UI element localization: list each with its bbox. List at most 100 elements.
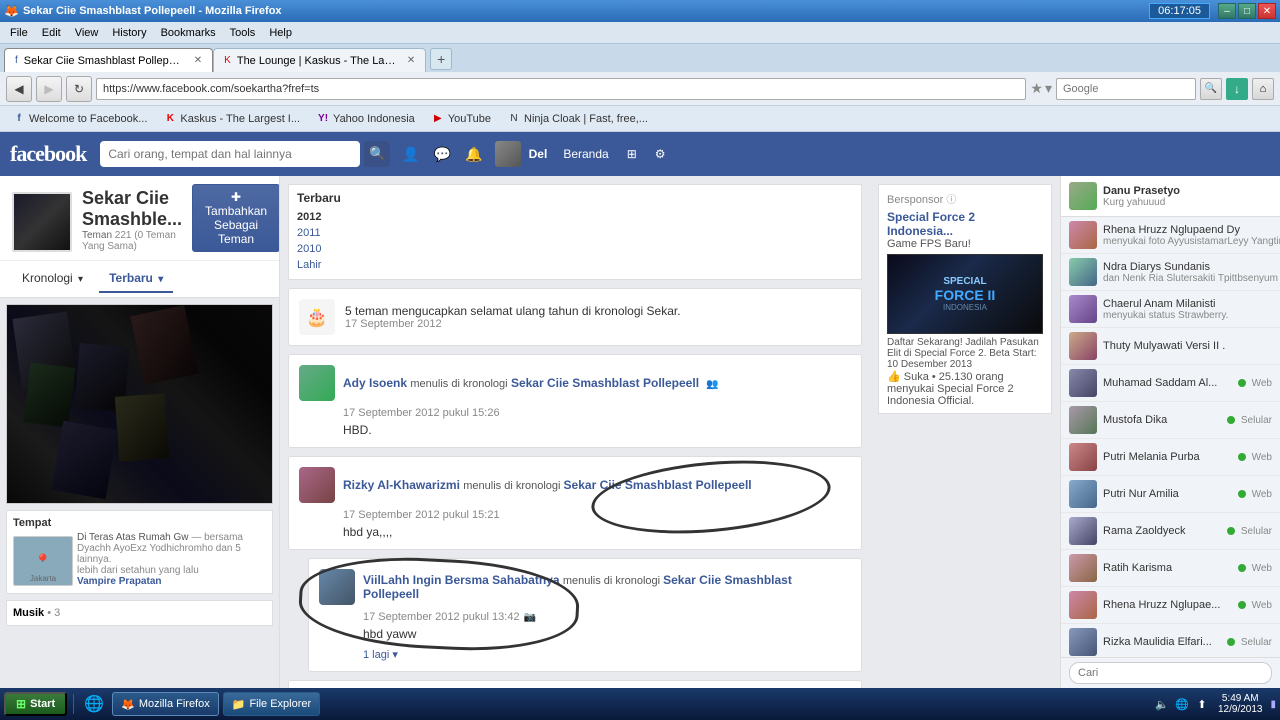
chat-avatar-putri-m [1069, 443, 1097, 471]
tab-kaskus-close[interactable]: ✕ [407, 55, 415, 66]
menu-file[interactable]: File [4, 25, 34, 41]
chat-avatar-chaerul [1069, 295, 1097, 323]
taskbar-firefox-btn[interactable]: 🦊 Mozilla Firefox [112, 692, 219, 716]
chat-item-rhena[interactable]: Rhena Hruzz Nglupaend Dy menyukai foto A… [1061, 217, 1280, 254]
add-friend-button[interactable]: ✚ Tambahkan Sebagai Teman [192, 184, 280, 252]
new-tab-button[interactable]: + [430, 48, 452, 70]
fb-icon-friends[interactable]: 👤 [398, 144, 423, 165]
fb-chat-search-input[interactable] [1069, 662, 1272, 684]
fb-right-sidebar: Bersponsor ⓘ Special Force 2 Indonesia..… [870, 176, 1060, 688]
chat-item-putri-n[interactable]: Putri Nur Amilia Web [1061, 476, 1280, 513]
chat-item-putri-m[interactable]: Putri Melania Purba Web [1061, 439, 1280, 476]
suka-label[interactable]: 👍 Suka [887, 371, 929, 383]
tab-facebook[interactable]: f Sekar Ciie Smashblast Pollepeell ✕ [4, 48, 213, 72]
fb-sponsor-name[interactable]: Special Force 2 Indonesia... [887, 210, 1043, 238]
fb-search-button[interactable]: 🔍 [364, 141, 390, 167]
chat-avatar-ndra [1069, 258, 1097, 286]
chat-platform-putri-n: Web [1252, 489, 1272, 500]
fb-main-area: Sekar Ciie Smashble... Teman 221 (0 Tema… [0, 176, 1280, 688]
fb-pages-link[interactable]: ⊞ [619, 145, 645, 163]
menu-bookmarks[interactable]: Bookmarks [155, 25, 222, 41]
close-button[interactable]: ✕ [1258, 3, 1276, 19]
chat-item-ndra[interactable]: Ndra Diarys Sundanis dan Nenk Ria Sluter… [1061, 254, 1280, 291]
fb-post-ady-body: HBD. [299, 423, 851, 437]
fb-post-ady-target[interactable]: Sekar Ciie Smashblast Pollepeell [511, 376, 699, 390]
menu-view[interactable]: View [69, 25, 105, 41]
taskbar-show-desktop[interactable]: ▮ [1270, 699, 1276, 710]
fb-search-input[interactable] [100, 141, 360, 167]
start-button[interactable]: ⊞ Start [4, 692, 67, 716]
chat-item-chaerul[interactable]: Chaerul Anam Milanisti menyukai status S… [1061, 291, 1280, 328]
forward-button[interactable]: ▶ [36, 76, 62, 102]
fb-icon-messages[interactable]: 💬 [430, 144, 455, 165]
chat-status-chaerul: menyukai status Strawberry. [1103, 310, 1272, 321]
menu-edit[interactable]: Edit [36, 25, 67, 41]
taskbar-explorer-btn[interactable]: 📁 File Explorer [223, 692, 320, 716]
search-button[interactable]: 🔍 [1200, 78, 1222, 100]
fb-post-rizky-author[interactable]: Rizky Al-Khawarizmi [343, 478, 460, 492]
chat-item-thuty[interactable]: Thuty Mulyawati Versi II . [1061, 328, 1280, 365]
chat-platform-ratih: Web [1252, 563, 1272, 574]
taskbar-network-icon[interactable]: 🌐 [1174, 696, 1190, 712]
fb-post-viillahh-author[interactable]: ViilLahh Ingin Bersma Sahabatnya [363, 573, 560, 587]
suka-text: menyukai Special Force 2 Indonesia Offic… [887, 383, 1014, 407]
fb-year-2011[interactable]: 2011 [297, 225, 853, 241]
search-input[interactable] [1056, 78, 1196, 100]
chat-item-saddam[interactable]: Muhamad Saddam Al... Web [1061, 365, 1280, 402]
url-bar[interactable] [96, 78, 1026, 100]
fb-home-link[interactable]: Beranda [555, 145, 616, 163]
fb-tab-terbaru[interactable]: Terbaru ▾ [99, 265, 173, 293]
taskbar-sound-icon[interactable]: 🔈 [1154, 696, 1170, 712]
fb-location-row: 📍 Jakarta Di Teras Atas Rumah Gw — bersa… [13, 532, 266, 587]
chat-platform-rizka: Selular [1241, 637, 1272, 648]
home-button[interactable]: ⌂ [1252, 78, 1274, 100]
facebook-bookmark-icon: f [12, 112, 26, 126]
minimize-button[interactable]: – [1218, 3, 1236, 19]
bookmark-youtube[interactable]: ▶ YouTube [425, 110, 497, 128]
menu-tools[interactable]: Tools [224, 25, 262, 41]
chat-item-mustofa[interactable]: Mustofa Dika Selular [1061, 402, 1280, 439]
bookmark-facebook[interactable]: f Welcome to Facebook... [6, 110, 153, 128]
taskbar-upload-icon[interactable]: ⬆ [1194, 696, 1210, 712]
bookmark-youtube-label: YouTube [448, 113, 491, 125]
fb-settings-link[interactable]: ⚙ [647, 145, 674, 163]
fb-year-terbaru[interactable]: 2012 [297, 209, 853, 225]
bookmark-kaskus-label: Kaskus - The Largest I... [180, 113, 300, 125]
bookmark-yahoo[interactable]: Y! Yahoo Indonesia [310, 110, 421, 128]
fb-chat-top-user: Danu Prasetyo Kurg yahuuud [1061, 176, 1280, 217]
fb-post-ady-author[interactable]: Ady Isoenk [343, 376, 407, 390]
taskbar-right: 🔈 🌐 ⬆ 5:49 AM 12/9/2013 ▮ [1154, 693, 1276, 715]
fb-year-2010[interactable]: 2010 [297, 241, 853, 257]
fb-year-lahir[interactable]: Lahir [297, 257, 853, 273]
back-button[interactable]: ◀ [6, 76, 32, 102]
show-more-link[interactable]: 1 lagi ▾ [363, 649, 398, 661]
fb-post-rizky-meta: Rizky Al-Khawarizmi menulis di kronologi… [343, 478, 851, 492]
fb-post-rizky-target[interactable]: Sekar Ciie Smashblast Pollepeell [564, 478, 752, 492]
bookmark-kaskus[interactable]: K Kaskus - The Largest I... [157, 110, 306, 128]
fb-post-viillahh: ViilLahh Ingin Bersma Sahabatnya menulis… [308, 558, 862, 672]
taskbar-icon-orb[interactable]: 🌐 [80, 690, 108, 718]
chat-item-ratih[interactable]: Ratih Karisma Web [1061, 550, 1280, 587]
fb-profile-name: Sekar Ciie Smashble... [82, 188, 182, 230]
download-button[interactable]: ↓ [1226, 78, 1248, 100]
fb-post-ady-meta: Ady Isoenk menulis di kronologi Sekar Ci… [343, 376, 851, 390]
bookmark-ninja[interactable]: N Ninja Cloak | Fast, free,... [501, 110, 654, 128]
fb-icon-notifications[interactable]: 🔔 [461, 144, 486, 165]
online-indicator-ratih [1238, 564, 1246, 572]
chat-item-rama[interactable]: Rama Zaoldyeck Selular [1061, 513, 1280, 550]
tab-kaskus[interactable]: K The Lounge | Kaskus - The Largest In..… [213, 48, 426, 72]
chat-platform-rama: Selular [1241, 526, 1272, 537]
chat-info-rizka: Rizka Maulidia Elfari... [1103, 636, 1221, 648]
fb-sponsor-image[interactable]: SPECIAL FORCE II INDONESIA [887, 254, 1043, 334]
fb-username[interactable]: Del [529, 147, 548, 161]
fb-post-viillahh-more: 1 lagi ▾ [319, 647, 851, 661]
chat-item-rhena2[interactable]: Rhena Hruzz Nglupae... Web [1061, 587, 1280, 624]
fb-tab-kronologi[interactable]: Kronologi ▾ [12, 265, 93, 293]
menu-help[interactable]: Help [263, 25, 298, 41]
chat-item-rizka[interactable]: Rizka Maulidia Elfari... Selular [1061, 624, 1280, 657]
menu-history[interactable]: History [106, 25, 152, 41]
maximize-button[interactable]: □ [1238, 3, 1256, 19]
tab-facebook-close[interactable]: ✕ [194, 55, 202, 66]
refresh-button[interactable]: ↻ [66, 76, 92, 102]
chat-name-ratih: Ratih Karisma [1103, 562, 1232, 574]
